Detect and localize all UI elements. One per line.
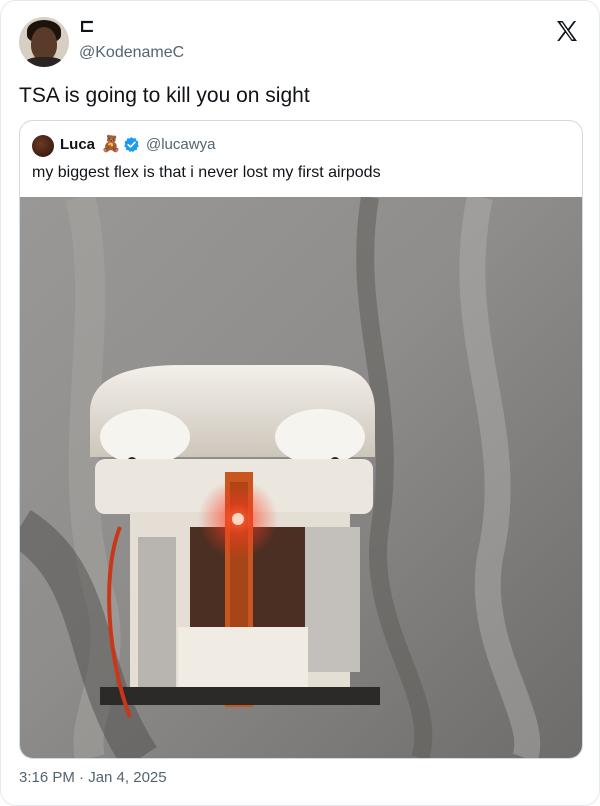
tweet-timestamp[interactable]: 3:16 PM · Jan 4, 2025 xyxy=(19,769,167,786)
teddy-bear-emoji-icon: 🧸 xyxy=(101,136,121,153)
author-avatar[interactable] xyxy=(19,17,69,67)
author-display-name[interactable]: ⊏ xyxy=(79,15,96,38)
quoted-tweet-text: my biggest flex is that i never lost my … xyxy=(32,164,381,181)
quoted-author-handle[interactable]: @lucawya xyxy=(146,136,215,153)
x-logo-icon[interactable] xyxy=(555,19,579,43)
tweet-text: TSA is going to kill you on sight xyxy=(19,84,310,107)
modified-airpods-case-photo[interactable] xyxy=(20,197,582,758)
tweet-card: ⊏ @KodenameC TSA is going to kill you on… xyxy=(0,0,600,806)
quoted-author-name[interactable]: Luca xyxy=(60,136,95,153)
quoted-author-avatar[interactable] xyxy=(32,135,54,157)
quoted-tweet[interactable]: Luca 🧸 @lucawya my biggest flex is that … xyxy=(19,120,583,759)
verified-badge-icon xyxy=(124,137,139,153)
author-handle[interactable]: @KodenameC xyxy=(79,44,184,62)
